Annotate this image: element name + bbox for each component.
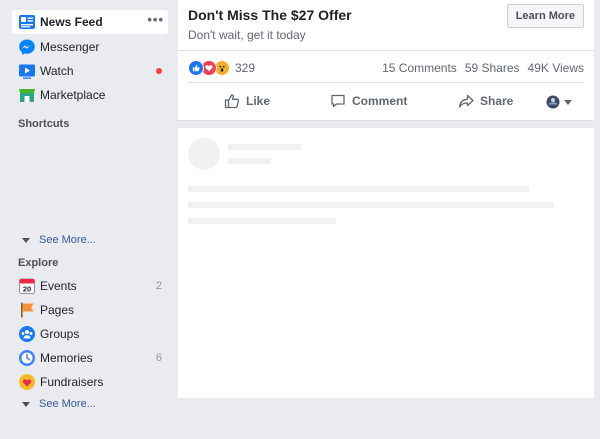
memories-icon <box>18 349 36 367</box>
see-more-label: See More... <box>39 398 96 410</box>
chevron-down-icon <box>22 237 30 243</box>
marketplace-icon <box>18 86 36 104</box>
messenger-icon <box>18 38 36 56</box>
reactions-summary[interactable]: 329 <box>188 60 255 76</box>
sidebar-item-memories[interactable]: Memories 6 <box>12 346 168 370</box>
groups-icon <box>18 325 36 343</box>
views-count: 49K Views <box>527 61 584 75</box>
sidebar-item-fundraisers[interactable]: Fundraisers <box>12 370 168 394</box>
shares-count-link[interactable]: 59 Shares <box>465 61 520 75</box>
sidebar-item-label: News Feed <box>40 15 103 29</box>
sidebar-item-pages[interactable]: Pages <box>12 298 168 322</box>
sidebar-item-label: Messenger <box>40 40 100 54</box>
sidebar-item-label: Fundraisers <box>40 375 104 389</box>
sidebar-item-marketplace[interactable]: Marketplace <box>12 83 168 107</box>
more-options-icon[interactable]: ••• <box>147 13 164 26</box>
explore-see-more-link[interactable]: See More... <box>22 396 96 412</box>
sidebar-item-count: 2 <box>155 280 162 292</box>
ad-headline[interactable]: Don't Miss The $27 Offer <box>188 7 352 23</box>
divider <box>188 82 584 83</box>
thumbs-up-icon <box>224 94 240 109</box>
loading-placeholder-post <box>178 128 594 398</box>
sidebar-item-label: Memories <box>40 351 93 365</box>
profile-avatar-icon <box>546 95 560 109</box>
like-button[interactable]: Like <box>224 93 270 109</box>
events-icon: 20 <box>18 277 36 295</box>
ad-description: Don't wait, get it today <box>188 28 306 42</box>
placeholder-line <box>188 186 529 192</box>
placeholder-line <box>188 202 554 208</box>
comment-bubble-icon <box>331 94 345 108</box>
caret-down-icon <box>564 99 572 105</box>
placeholder-line <box>228 158 271 164</box>
sidebar-item-news-feed[interactable]: News Feed ••• <box>12 10 168 34</box>
sidebar-item-label: Watch <box>40 64 74 78</box>
placeholder-line <box>188 218 336 224</box>
notification-dot <box>156 68 162 74</box>
sidebar-item-label: Pages <box>40 303 75 317</box>
see-more-label: See More... <box>39 234 96 246</box>
shortcuts-see-more-link[interactable]: See More... <box>22 232 96 248</box>
watch-icon <box>18 62 36 80</box>
explore-heading: Explore <box>18 257 59 269</box>
sidebar-item-label: Marketplace <box>40 88 106 102</box>
sidebar-item-messenger[interactable]: Messenger <box>12 35 168 59</box>
comments-count-link[interactable]: 15 Comments <box>382 61 457 75</box>
share-arrow-icon <box>458 94 474 108</box>
sidebar-item-events[interactable]: 20 Events 2 <box>12 274 168 298</box>
sponsored-post-card: Don't Miss The $27 Offer Don't wait, get… <box>178 0 594 121</box>
divider <box>178 50 594 51</box>
events-date-text: 20 <box>23 285 31 294</box>
placeholder-line <box>228 144 301 150</box>
share-label: Share <box>480 94 514 108</box>
sidebar-item-count: 6 <box>155 352 162 364</box>
shortcuts-heading: Shortcuts <box>18 118 70 130</box>
fundraisers-icon <box>18 373 36 391</box>
learn-more-button[interactable]: Learn More <box>506 4 584 28</box>
news-feed-icon <box>18 13 36 31</box>
reaction-count: 329 <box>235 61 256 75</box>
post-actions-bar: Like Comment Share <box>178 88 594 114</box>
sidebar-item-label: Groups <box>40 327 80 341</box>
share-button[interactable]: Share <box>458 93 513 109</box>
engagement-stats: 15 Comments 59 Shares 49K Views <box>382 61 584 75</box>
sidebar-item-watch[interactable]: Watch <box>12 59 168 83</box>
comment-label: Comment <box>352 94 408 108</box>
audience-selector[interactable] <box>546 95 572 109</box>
pages-flag-icon <box>18 301 36 319</box>
sidebar-item-label: Events <box>40 279 77 293</box>
left-sidebar: News Feed ••• Messenger Watch Marketplac… <box>0 0 176 439</box>
sidebar-item-groups[interactable]: Groups <box>12 322 168 346</box>
comment-button[interactable]: Comment <box>330 93 407 109</box>
like-reaction-icon <box>188 60 204 76</box>
placeholder-avatar <box>188 138 220 170</box>
chevron-down-icon <box>22 401 30 407</box>
like-label: Like <box>246 94 271 108</box>
